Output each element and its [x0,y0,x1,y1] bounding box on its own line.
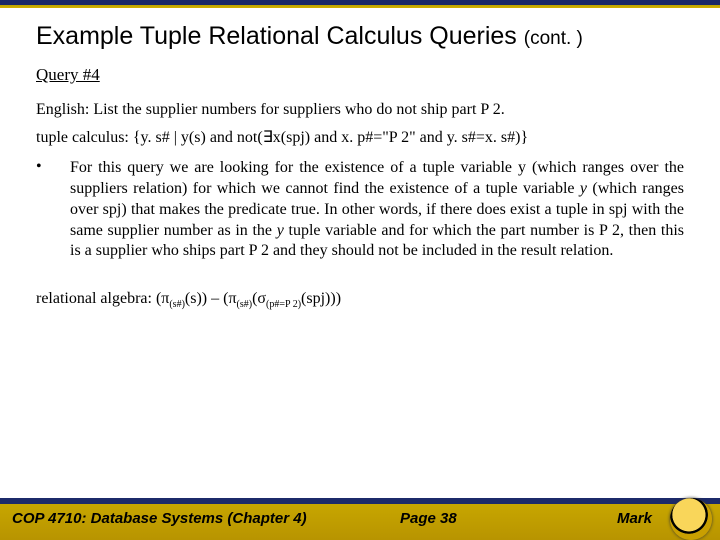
tc-suffix: x(spj) and x. p#="P 2" and y. s#=x. s#)} [273,129,528,146]
bt-y1: y [580,180,587,197]
english-line: English: List the supplier numbers for s… [36,99,684,121]
pi-symbol-2: π [228,290,236,307]
bullet-item: • For this query we are looking for the … [36,158,684,262]
ra-end: (spj))) [301,290,341,307]
ra-sub2: (s#) [237,299,253,310]
ra-sub3: (p#=P 2) [266,299,301,310]
tuple-calculus-line: tuple calculus: {y. s# | y(s) and not(∃x… [36,127,684,149]
slide-content: Example Tuple Relational Calculus Querie… [36,22,684,318]
footer-course: COP 4710: Database Systems (Chapter 4) [12,510,307,527]
footer-author: Mark [617,510,652,527]
exists-symbol: ∃ [263,129,273,146]
ra-prefix: relational algebra: ( [36,290,161,307]
sigma-symbol: σ [257,290,266,307]
ra-sub1: (s#) [169,299,185,310]
title-text: Example Tuple Relational Calculus Querie… [36,22,524,50]
tc-prefix: tuple calculus: {y. s# | y(s) and not( [36,129,263,146]
ucf-logo-icon [670,498,712,540]
relational-algebra-line: relational algebra: (π(s#)(s)) – (π(s#)(… [36,288,684,312]
query-number: Query #4 [36,65,684,85]
footer-bar: COP 4710: Database Systems (Chapter 4) P… [0,498,720,540]
slide-title: Example Tuple Relational Calculus Querie… [36,22,684,51]
bullet-body: For this query we are looking for the ex… [70,158,684,262]
ra-mid1: (s)) – ( [185,290,229,307]
bt-y2: y [277,222,284,239]
footer-page: Page 38 [400,510,457,527]
title-cont: (cont. ) [524,28,583,49]
slide: Example Tuple Relational Calculus Querie… [0,0,720,540]
bullet-marker: • [36,158,70,262]
top-accent-bar [0,0,720,8]
